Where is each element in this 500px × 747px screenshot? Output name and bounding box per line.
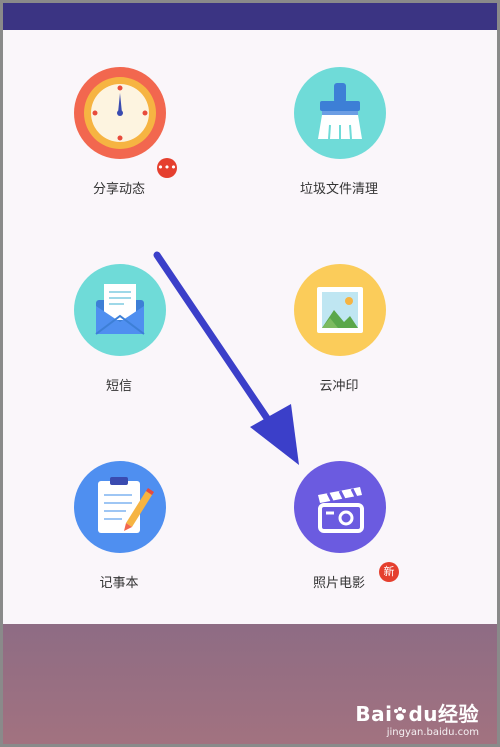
tile-photo-movie[interactable]: 新 照片电影 (249, 461, 429, 611)
envelope-icon (74, 264, 166, 356)
clipboard-icon (74, 461, 166, 553)
tile-cloud-print[interactable]: 云冲印 (249, 264, 429, 414)
tile-share-moments[interactable]: ••• 分享动态 (29, 67, 209, 217)
tile-sms[interactable]: 短信 (29, 264, 209, 414)
photo-icon (294, 264, 386, 356)
phone-screen: ••• 分享动态 垃圾文件清理 短信 云冲印 记事本 新 照片电影 Bai du… (3, 3, 497, 744)
watermark-suffix: 经验 (438, 702, 479, 726)
watermark-brand: Bai (355, 702, 393, 726)
app-grid: ••• 分享动态 垃圾文件清理 短信 云冲印 记事本 新 照片电影 (3, 30, 497, 624)
watermark-brand2: du (408, 702, 438, 726)
bottom-area: Bai du经验 jingyan.baidu.com (3, 624, 497, 744)
tile-label: 云冲印 (319, 379, 359, 394)
watermark-url: jingyan.baidu.com (386, 727, 479, 738)
tile-label: 分享动态 (92, 182, 145, 197)
more-badge: ••• (157, 158, 177, 178)
tile-label: 短信 (105, 379, 132, 394)
clock-icon (74, 67, 166, 159)
tile-label: 垃圾文件清理 (299, 182, 378, 197)
tile-notebook[interactable]: 记事本 (29, 461, 209, 611)
tile-junk-cleanup[interactable]: 垃圾文件清理 (249, 67, 429, 217)
brush-icon (294, 67, 386, 159)
paw-icon (392, 703, 408, 721)
top-status-bar (3, 3, 497, 30)
tile-label: 记事本 (99, 576, 139, 591)
baidu-watermark: Bai du经验 jingyan.baidu.com (355, 698, 479, 738)
tile-label: 照片电影 (312, 576, 365, 591)
clapperboard-icon (294, 461, 386, 553)
